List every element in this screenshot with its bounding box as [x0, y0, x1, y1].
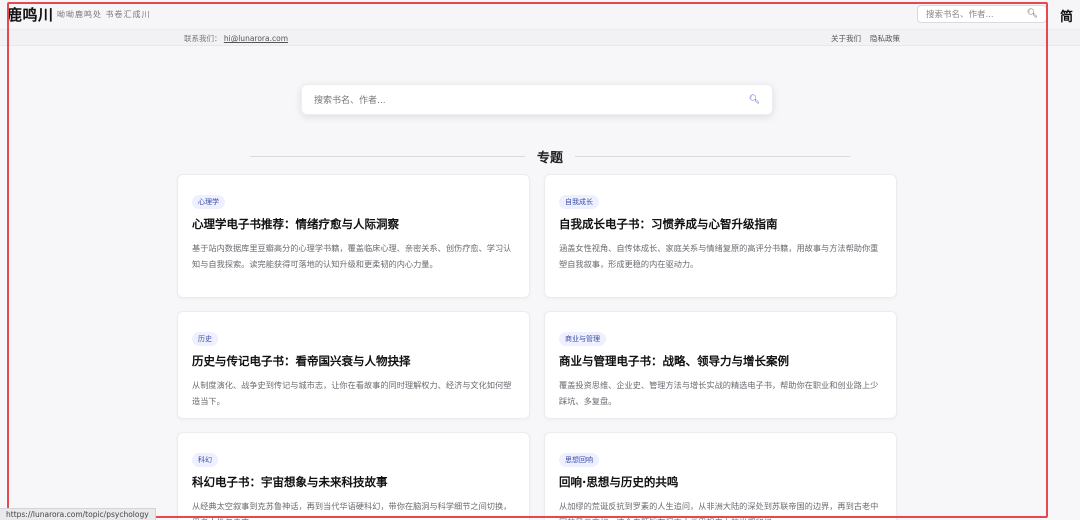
- main-search-input[interactable]: 搜索书名、作者... 🔍︎: [301, 84, 773, 115]
- contact-info: 联系我们： hi@lunarora.com: [184, 33, 288, 44]
- language-toggle[interactable]: 简: [1060, 6, 1073, 25]
- topic-tag: 思想回响: [559, 453, 599, 467]
- footer-nav: 关于我们 隐私政策: [831, 33, 900, 44]
- topic-title[interactable]: 自我成长电子书：习惯养成与心智升级指南: [559, 216, 882, 232]
- site-slogan: 呦呦鹿鸣处 书卷汇成川: [57, 10, 151, 19]
- topic-description: 基于站内数据库里豆瓣高分的心理学书籍，覆盖临床心理、亲密关系、创伤疗愈、学习认知…: [192, 243, 512, 269]
- about-link[interactable]: 关于我们: [831, 33, 861, 44]
- topic-tag: 历史: [192, 332, 218, 346]
- topic-card-self-growth[interactable]: 自我成长 自我成长电子书：习惯养成与心智升级指南 涵盖女性视角、自传体成长、家庭…: [544, 174, 897, 298]
- status-bar-url: https://lunarora.com/topic/psychology: [0, 508, 156, 520]
- contact-bar: [0, 30, 1080, 46]
- privacy-link[interactable]: 隐私政策: [870, 33, 900, 44]
- topic-title[interactable]: 商业与管理电子书：战略、领导力与增长案例: [559, 353, 882, 369]
- topic-title[interactable]: 历史与传记电子书：看帝国兴衰与人物抉择: [192, 353, 515, 369]
- section-heading: 专题: [250, 146, 851, 166]
- topic-tag: 科幻: [192, 453, 218, 467]
- topic-title[interactable]: 心理学电子书推荐：情绪疗愈与人际洞察: [192, 216, 515, 232]
- search-icon[interactable]: 🔍︎: [749, 95, 760, 105]
- header-search-input[interactable]: 搜索书名、作者... 🔍︎: [917, 5, 1047, 23]
- topic-tag: 自我成长: [559, 195, 599, 209]
- contact-email-link[interactable]: hi@lunarora.com: [224, 34, 288, 43]
- topic-card-history[interactable]: 历史 历史与传记电子书：看帝国兴衰与人物抉择 从制度演化、战争史到传记与城市志，…: [177, 311, 530, 419]
- topic-tag: 商业与管理: [559, 332, 606, 346]
- section-title: 专题: [537, 150, 564, 166]
- header-search-placeholder: 搜索书名、作者...: [926, 10, 994, 20]
- topic-card-scifi[interactable]: 科幻 科幻电子书：宇宙想象与未来科技故事 从经典太空叙事到克苏鲁神话，再到当代华…: [177, 432, 530, 520]
- topic-title[interactable]: 科幻电子书：宇宙想象与未来科技故事: [192, 474, 515, 490]
- topic-tag: 心理学: [192, 195, 225, 209]
- site-logo[interactable]: 鹿鸣川: [7, 4, 54, 25]
- contact-label: 联系我们：: [184, 34, 222, 43]
- divider: [250, 155, 525, 157]
- divider: [575, 155, 851, 157]
- topic-description: 从加缪的荒诞反抗到罗素的人生追问，从非洲大陆的深处到苏联帝国的边界，再到古老中国…: [559, 501, 879, 520]
- search-icon[interactable]: 🔍︎: [1027, 9, 1038, 19]
- main-search-placeholder: 搜索书名、作者...: [314, 96, 386, 106]
- topic-card-business[interactable]: 商业与管理 商业与管理电子书：战略、领导力与增长案例 覆盖投资思维、企业史、管理…: [544, 311, 897, 419]
- topic-title[interactable]: 回响·思想与历史的共鸣: [559, 474, 882, 490]
- topic-card-thought[interactable]: 思想回响 回响·思想与历史的共鸣 从加缪的荒诞反抗到罗素的人生追问，从非洲大陆的…: [544, 432, 897, 520]
- topic-description: 涵盖女性视角、自传体成长、家庭关系与情绪复原的高评分书籍，用故事与方法帮助你重塑…: [559, 243, 879, 269]
- topic-description: 覆盖投资思维、企业史、管理方法与增长实战的精选电子书，帮助你在职业和创业路上少踩…: [559, 380, 879, 406]
- topic-description: 从制度演化、战争史到传记与城市志，让你在看故事的同时理解权力、经济与文化如何塑造…: [192, 380, 512, 406]
- topic-card-psychology[interactable]: 心理学 心理学电子书推荐：情绪疗愈与人际洞察 基于站内数据库里豆瓣高分的心理学书…: [177, 174, 530, 298]
- topic-description: 从经典太空叙事到克苏鲁神话，再到当代华语硬科幻，带你在脑洞与科学细节之间切换，思…: [192, 501, 512, 520]
